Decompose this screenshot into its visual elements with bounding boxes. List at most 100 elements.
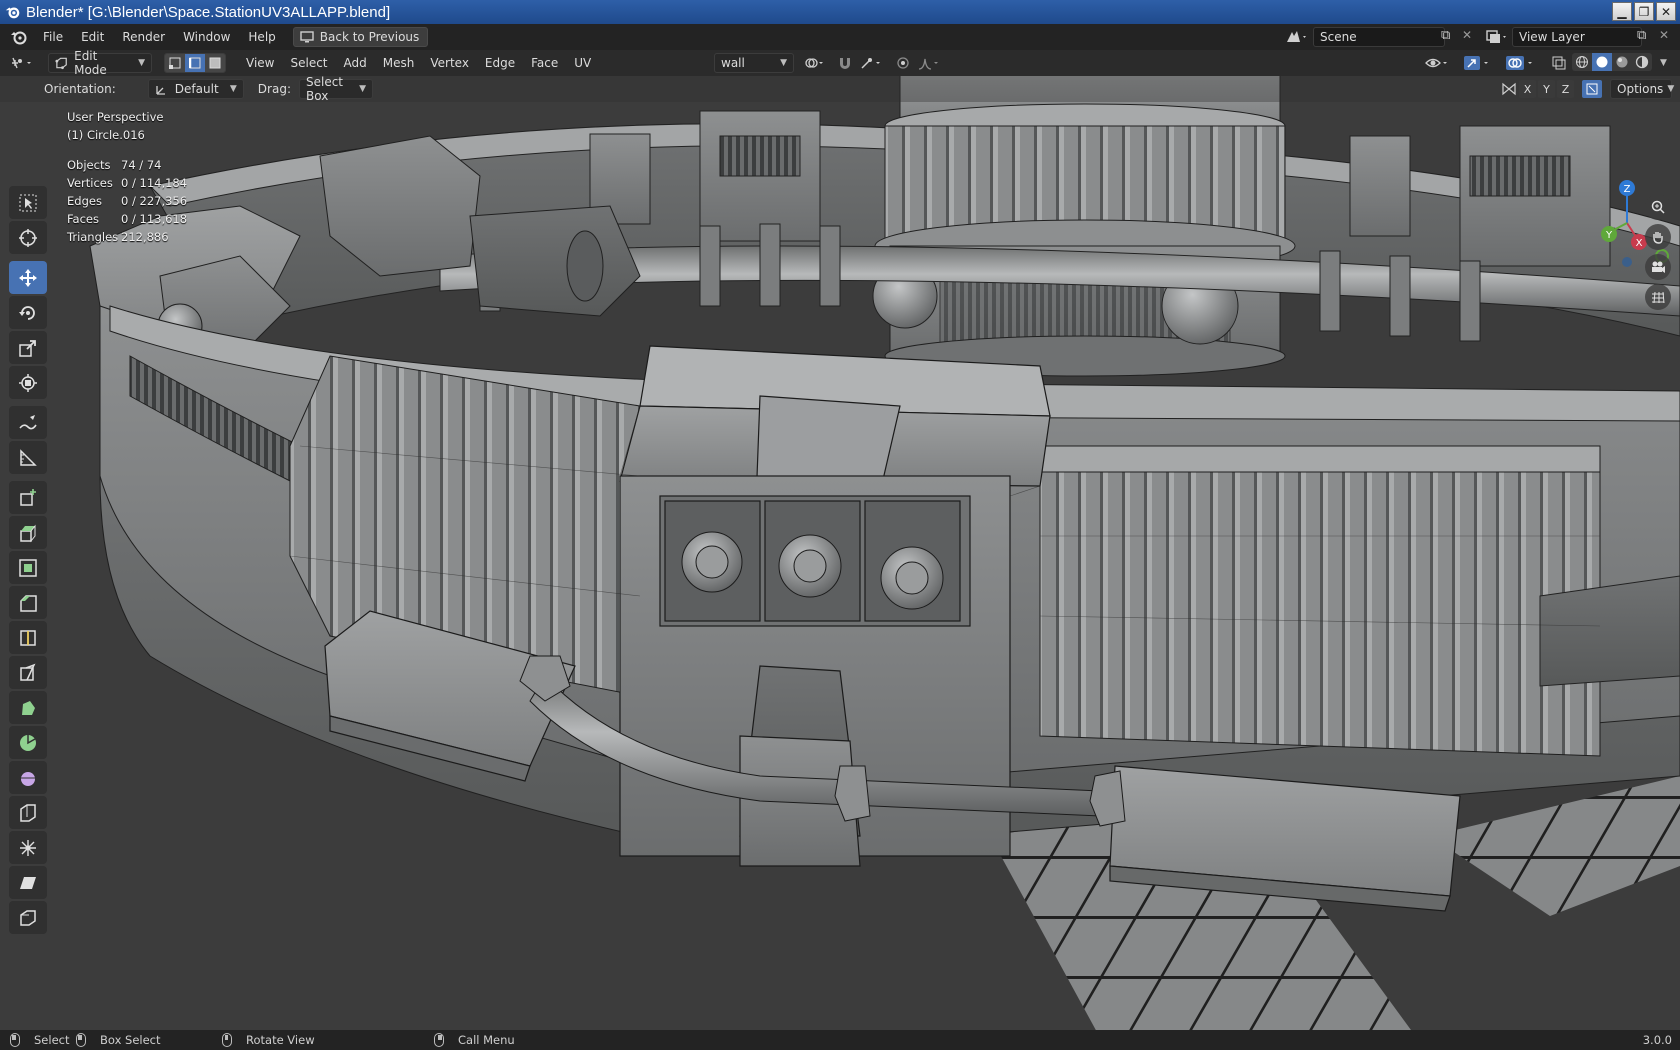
scene-icon[interactable] — [1284, 28, 1310, 46]
menu-edge[interactable]: Edge — [477, 56, 523, 70]
tool-rip-region[interactable] — [9, 901, 47, 934]
uv-map-label: wall — [721, 56, 745, 70]
scene-statistics: Objects 74 / 74 Vertices 0 / 114,184 Edges… — [67, 156, 187, 246]
vertex-select-button[interactable] — [165, 54, 185, 72]
copy-scene-icon[interactable]: ⧉ — [1441, 28, 1450, 43]
tool-scale[interactable] — [9, 331, 47, 364]
tool-knife[interactable] — [9, 656, 47, 689]
menu-window[interactable]: Window — [174, 30, 239, 44]
solid-shading-button[interactable] — [1592, 53, 1612, 71]
menu-file[interactable]: File — [34, 30, 72, 44]
proportional-edit-icon — [897, 57, 909, 69]
view-layer-field[interactable]: View Layer — [1512, 27, 1642, 47]
drag-dropdown[interactable]: Select Box ▼ — [298, 75, 373, 103]
tool-loop-cut[interactable] — [9, 621, 47, 654]
stat-faces: Faces 0 / 113,618 — [67, 212, 188, 226]
menu-mesh[interactable]: Mesh — [375, 56, 423, 70]
active-object-name: (1) Circle.016 — [67, 128, 145, 142]
tool-rotate[interactable] — [9, 296, 47, 329]
grid-icon — [1652, 291, 1665, 304]
menu-edit[interactable]: Edit — [72, 30, 113, 44]
transform-pivot-button[interactable] — [800, 53, 830, 73]
knife-icon — [20, 663, 36, 681]
menu-face[interactable]: Face — [523, 56, 566, 70]
menu-view[interactable]: View — [238, 56, 282, 70]
tool-measure[interactable] — [9, 441, 47, 474]
pan-view-button[interactable] — [1645, 224, 1671, 250]
xray-toggle-button[interactable] — [1548, 53, 1570, 73]
mode-dropdown[interactable]: Edit Mode ▼ — [48, 49, 152, 77]
rendered-sphere-icon — [1635, 55, 1649, 69]
scene-field[interactable]: Scene — [1313, 27, 1445, 47]
tool-shrink-fatten[interactable] — [9, 831, 47, 864]
view-layer-icon[interactable] — [1484, 28, 1510, 46]
auto-merge-button[interactable] — [1582, 80, 1602, 98]
rip-icon — [20, 909, 36, 926]
tool-smooth[interactable] — [9, 761, 47, 794]
mirror-y-button[interactable]: Y — [1538, 80, 1555, 98]
tool-edge-slide[interactable] — [9, 796, 47, 829]
gizmo-y-label: Y — [1605, 230, 1613, 241]
gizmo-x-label: X — [1636, 238, 1643, 249]
status-box-select-label: Box Select — [100, 1033, 161, 1047]
material-shading-button[interactable] — [1612, 53, 1632, 71]
mirror-x-button[interactable]: X — [1519, 80, 1536, 98]
remove-view-layer-icon[interactable]: ✕ — [1659, 28, 1669, 42]
ortho-toggle-button[interactable] — [1645, 284, 1671, 310]
minimize-button[interactable]: ▁ — [1612, 2, 1632, 21]
options-dropdown[interactable]: Options ▼ — [1610, 79, 1674, 99]
orientation-dropdown[interactable]: Default ▼ — [147, 79, 244, 99]
menu-help[interactable]: Help — [239, 30, 284, 44]
visibility-toggle-button[interactable] — [1422, 53, 1454, 73]
menu-select[interactable]: Select — [282, 56, 335, 70]
right-mouse-icon — [434, 1033, 444, 1047]
menu-add[interactable]: Add — [336, 56, 375, 70]
tool-extrude-region[interactable] — [9, 516, 47, 549]
magnet-icon — [840, 58, 850, 69]
back-to-previous-button[interactable]: Back to Previous — [292, 27, 429, 47]
tool-settings-bar: Orientation: Default ▼ Drag: Select Box … — [0, 75, 1680, 103]
gizmo-toggle-button[interactable] — [1460, 53, 1496, 73]
proportional-edit-button[interactable] — [892, 53, 914, 73]
camera-icon — [1652, 261, 1665, 273]
blender-menu-icon[interactable] — [8, 27, 30, 47]
tool-shear[interactable] — [9, 866, 47, 899]
remove-scene-icon[interactable]: ✕ — [1462, 28, 1472, 42]
uv-map-dropdown[interactable]: wall ▼ — [714, 53, 794, 73]
falloff-curve-icon — [918, 58, 938, 70]
wireframe-shading-button[interactable] — [1572, 53, 1592, 71]
mirror-z-button[interactable]: Z — [1557, 80, 1574, 98]
tool-inset-faces[interactable] — [9, 551, 47, 584]
tool-cursor[interactable] — [9, 221, 47, 254]
shading-options-icon[interactable]: ▼ — [1660, 58, 1667, 68]
close-button[interactable]: ✕ — [1656, 2, 1676, 21]
falloff-button[interactable] — [914, 53, 944, 73]
space-station-mesh[interactable] — [0, 76, 1680, 1030]
snap-toggle-button[interactable] — [834, 53, 856, 73]
maximize-button[interactable]: ❐ — [1634, 2, 1654, 21]
rendered-shading-button[interactable] — [1632, 53, 1652, 71]
tool-bevel[interactable] — [9, 586, 47, 619]
tool-transform[interactable] — [9, 366, 47, 399]
snap-target-button[interactable] — [856, 53, 888, 73]
viewport-header: Edit Mode ▼ View Select Add Mesh Vertex … — [0, 49, 1680, 77]
tool-spin[interactable] — [9, 726, 47, 759]
tool-move[interactable] — [9, 261, 47, 294]
overlays-toggle-button[interactable] — [1502, 53, 1540, 73]
3d-viewport[interactable]: User Perspective (1) Circle.016 Objects 7… — [0, 76, 1680, 1030]
editor-type-button[interactable] — [6, 53, 40, 73]
tool-poly-build[interactable] — [9, 691, 47, 724]
menu-uv[interactable]: UV — [566, 56, 599, 70]
tool-add-cube[interactable] — [9, 481, 47, 514]
menu-vertex[interactable]: Vertex — [422, 56, 477, 70]
menu-render[interactable]: Render — [113, 30, 174, 44]
copy-view-layer-icon[interactable]: ⧉ — [1637, 28, 1646, 43]
tool-annotate[interactable] — [9, 406, 47, 439]
bevel-icon — [20, 594, 37, 612]
camera-view-button[interactable] — [1645, 254, 1671, 280]
overlays-icon — [1506, 56, 1532, 70]
face-select-button[interactable] — [205, 54, 225, 72]
zoom-view-button[interactable] — [1645, 194, 1671, 220]
tool-select-box[interactable] — [9, 186, 47, 219]
edge-select-button[interactable] — [185, 54, 205, 72]
